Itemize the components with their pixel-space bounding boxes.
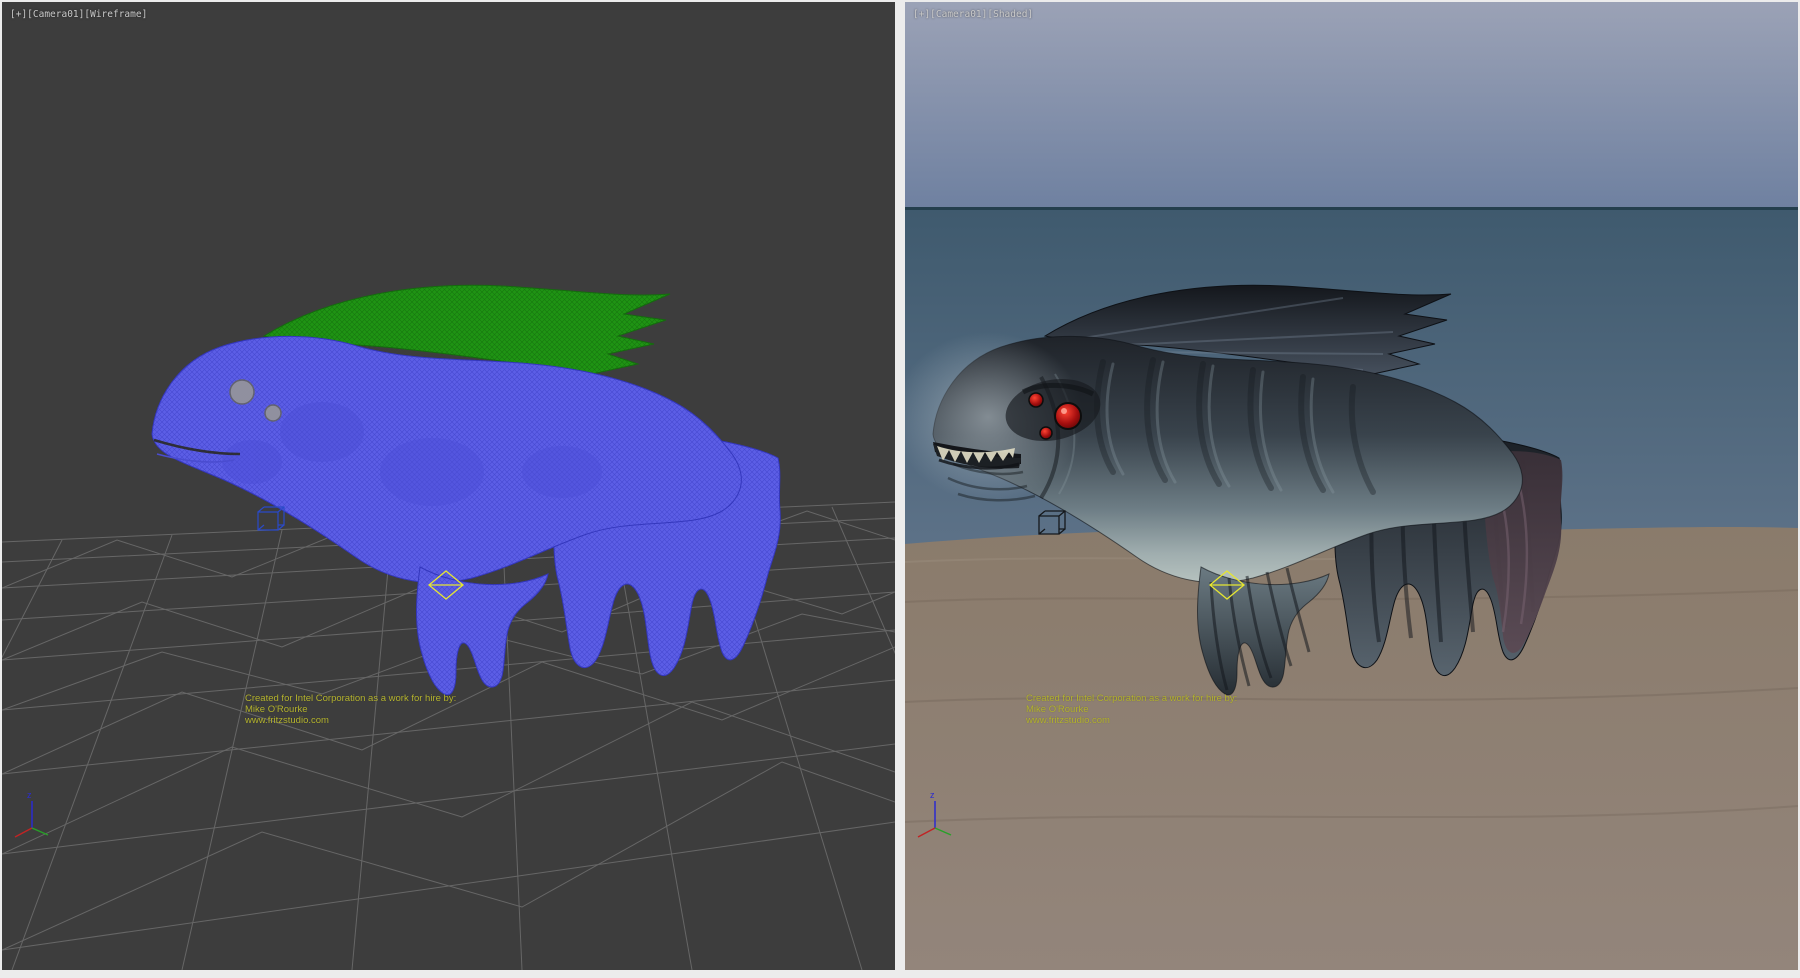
sea-horizon-line [905, 207, 1798, 210]
viewport-camera-button[interactable]: [Camera01] [930, 9, 987, 20]
viewport-label-wireframe: [+][Camera01][Wireframe] [10, 9, 147, 20]
watermark-text: Created for Intel Corporation as a work … [1026, 693, 1237, 726]
viewport-camera-button[interactable]: [Camera01] [27, 9, 84, 20]
viewport-menu-button[interactable]: [+] [913, 9, 930, 20]
shaded-scene: z [905, 2, 1798, 970]
max-two-viewport-layout: [+][Camera01][Wireframe] [0, 0, 1800, 978]
viewport-wireframe[interactable]: [+][Camera01][Wireframe] [2, 2, 895, 970]
viewport-shaded[interactable]: [+][Camera01][Shaded] [905, 2, 1798, 970]
viewport-shading-button[interactable]: [Shaded] [987, 9, 1033, 20]
axis-z-label: z [930, 790, 935, 800]
watermark-text: Created for Intel Corporation as a work … [245, 693, 456, 726]
viewport-menu-button[interactable]: [+] [10, 9, 27, 20]
axis-z-label: z [27, 790, 32, 800]
viewport-label-shaded: [+][Camera01][Shaded] [913, 9, 1033, 20]
sky-background [905, 2, 1798, 212]
wireframe-scene: z [2, 2, 895, 970]
viewport-shading-button[interactable]: [Wireframe] [84, 9, 147, 20]
